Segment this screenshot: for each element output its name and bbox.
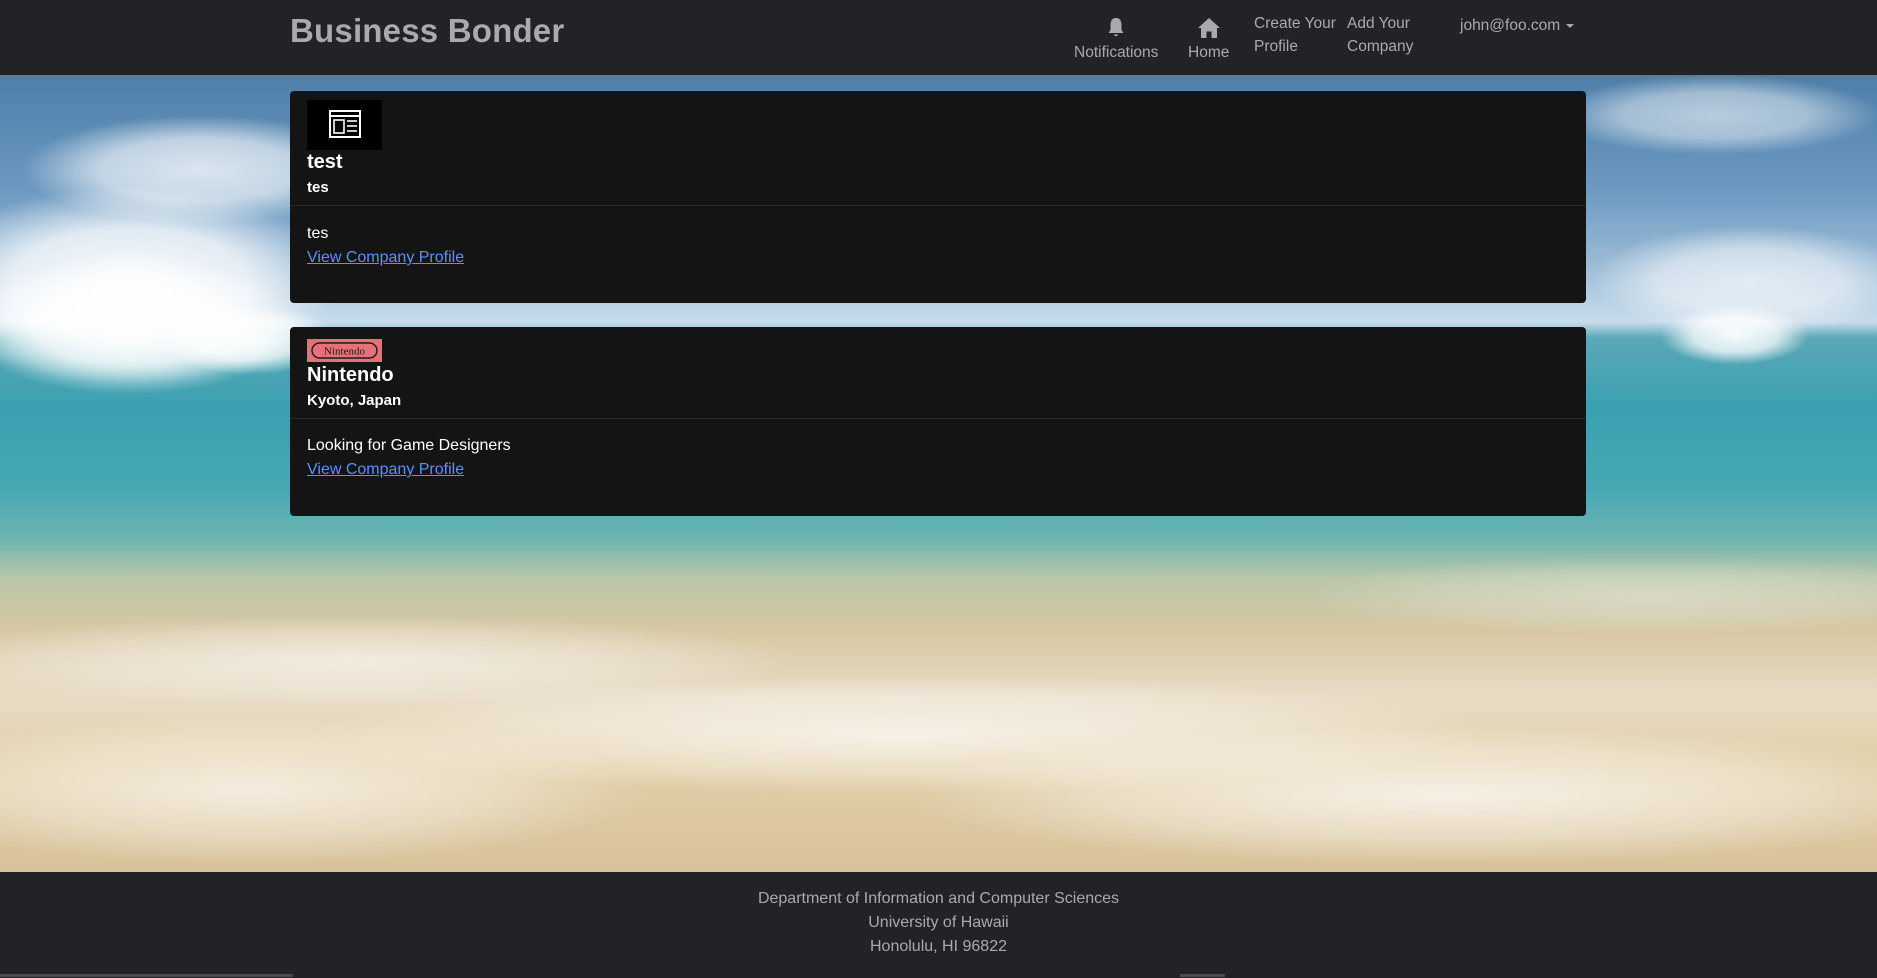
footer: Department of Information and Computer S… <box>0 872 1877 978</box>
nav-home[interactable]: Home <box>1188 17 1229 64</box>
card-divider <box>290 205 1586 206</box>
user-dropdown[interactable]: john@foo.com <box>1460 14 1575 37</box>
view-company-profile-link[interactable]: View Company Profile <box>307 461 464 479</box>
footer-university: University of Hawaii <box>868 914 1009 931</box>
user-email: john@foo.com <box>1460 17 1561 34</box>
navbar: Business Bonder Notifications Home Creat… <box>0 0 1877 75</box>
company-card: test tes tes View Company Profile <box>290 91 1586 303</box>
newspaper-icon <box>329 110 361 138</box>
company-name: Nintendo <box>307 364 394 386</box>
nav-notifications-label: Notifications <box>1074 44 1159 61</box>
caret-down-icon <box>1566 23 1575 28</box>
nav-add-company-label-2: Company <box>1347 38 1414 55</box>
nav-create-profile[interactable]: Create Your Profile <box>1254 12 1336 58</box>
company-description: Looking for Game Designers <box>307 437 511 454</box>
nav-create-profile-label-2: Profile <box>1254 38 1298 55</box>
company-description: tes <box>307 225 329 242</box>
nav-create-profile-label-1: Create Your <box>1254 15 1336 32</box>
view-company-profile-link[interactable]: View Company Profile <box>307 249 464 267</box>
bell-icon <box>1074 17 1158 41</box>
footer-department: Department of Information and Computer S… <box>757 890 1120 907</box>
brand-logo[interactable]: Business Bonder <box>290 12 564 50</box>
footer-address: Honolulu, HI 96822 <box>870 938 1007 955</box>
company-card: Nintendo Nintendo Kyoto, Japan Looking f… <box>290 327 1586 516</box>
horizontal-scrollbar[interactable] <box>0 974 293 977</box>
company-logo-text: Nintendo <box>324 346 365 358</box>
company-logo: Nintendo <box>307 339 382 362</box>
company-location: Kyoto, Japan <box>307 392 402 409</box>
company-logo <box>307 100 382 150</box>
card-divider <box>290 418 1586 419</box>
nav-home-label: Home <box>1188 44 1230 61</box>
scrollbar-thumb[interactable] <box>1180 974 1225 977</box>
company-name: test <box>307 151 343 173</box>
nav-add-company[interactable]: Add Your Company <box>1347 12 1413 58</box>
nav-notifications[interactable]: Notifications <box>1074 17 1158 64</box>
home-icon <box>1188 17 1229 41</box>
company-location: tes <box>307 179 329 196</box>
nav-add-company-label-1: Add Your <box>1347 15 1410 32</box>
